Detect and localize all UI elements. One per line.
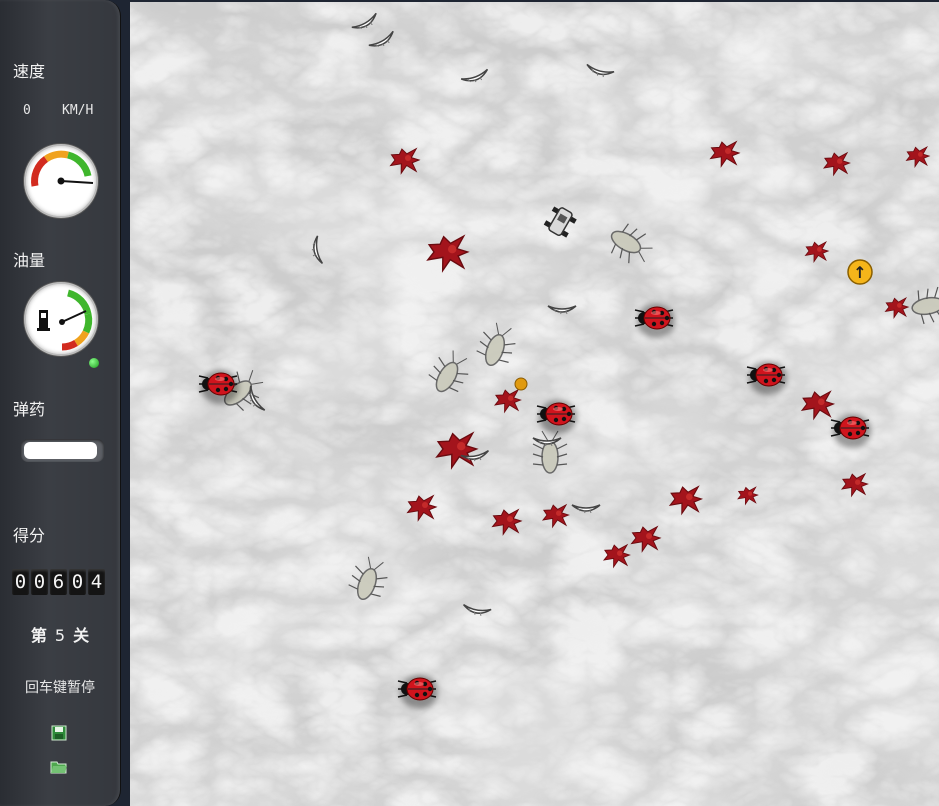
level-prefix: 第 [30, 626, 47, 645]
blood-splat [389, 147, 421, 175]
fuel-indicator-light [89, 358, 99, 368]
blood-splat [709, 140, 741, 168]
status-panel: 速度 0 KM/H 油量 弹药 得分 0 0 6 0 4 第 5 关 回车键暂停 [0, 0, 121, 806]
cockroach [610, 223, 653, 264]
save-icon [51, 725, 67, 741]
cockroach [476, 322, 516, 367]
blood-splat [737, 486, 759, 506]
folder-icon [50, 761, 67, 774]
pause-hint: 回车键暂停 [25, 680, 95, 696]
cockroach [428, 350, 469, 393]
larva [460, 68, 489, 83]
bullet-ball [514, 377, 528, 391]
speed-value: 0 [23, 103, 31, 118]
game-sprites: ↑ [198, 12, 939, 709]
score-counter: 0 0 6 0 4 [12, 569, 105, 595]
blood-splat [493, 388, 522, 414]
ladybug [830, 414, 871, 448]
larva [586, 63, 615, 78]
fuel-label: 油量 [13, 251, 46, 270]
cockroach [532, 430, 568, 474]
ladybug [198, 370, 239, 404]
blood-splat [541, 503, 570, 529]
level-number: 5 [54, 626, 66, 645]
blood-splat [426, 234, 470, 273]
score-digit: 0 [12, 569, 29, 595]
ammo-bar-fill [24, 442, 98, 459]
speed-readout: 0 KM/H [0, 103, 120, 121]
score-digit: 0 [31, 569, 48, 595]
blood-splat [800, 390, 836, 421]
ladybug [397, 675, 438, 709]
game-field[interactable]: ↑ [130, 2, 939, 806]
blood-splat [435, 431, 479, 470]
larva [351, 12, 377, 29]
score-digit: 4 [88, 569, 105, 595]
blood-splat [668, 485, 704, 516]
larva [462, 603, 492, 616]
svg-text:↑: ↑ [853, 263, 866, 282]
blood-splat [840, 472, 869, 498]
blood-splat [602, 543, 631, 569]
player-car [543, 206, 577, 238]
larva [571, 504, 601, 514]
blood-splat [630, 525, 662, 553]
score-label: 得分 [13, 526, 46, 545]
powerup-arrow: ↑ [847, 259, 873, 285]
score-digit: 0 [69, 569, 86, 595]
blood-splat [822, 151, 851, 177]
ladybug [634, 304, 675, 338]
fuel-gauge [24, 282, 98, 356]
cockroach [348, 556, 388, 601]
score-digit: 6 [50, 569, 67, 595]
blood-splat [905, 145, 931, 168]
blood-splat [406, 494, 438, 522]
save-button[interactable] [50, 725, 68, 741]
larva [368, 30, 394, 47]
ladybug [536, 400, 577, 434]
speed-unit: KM/H [62, 103, 94, 118]
speedometer-gauge [24, 144, 98, 218]
blood-splat [804, 240, 830, 263]
cockroach [911, 286, 939, 325]
larva [547, 305, 577, 315]
level-suffix: 关 [73, 626, 90, 645]
larva [311, 235, 324, 265]
level-indicator: 第5关 [0, 622, 120, 646]
open-button[interactable] [50, 759, 68, 775]
ladybug [746, 361, 787, 395]
blood-splat [491, 508, 523, 536]
blood-splat [884, 296, 910, 319]
ammo-bar [21, 439, 104, 462]
speed-label: 速度 [13, 62, 46, 81]
ammo-label: 弹药 [13, 400, 46, 419]
